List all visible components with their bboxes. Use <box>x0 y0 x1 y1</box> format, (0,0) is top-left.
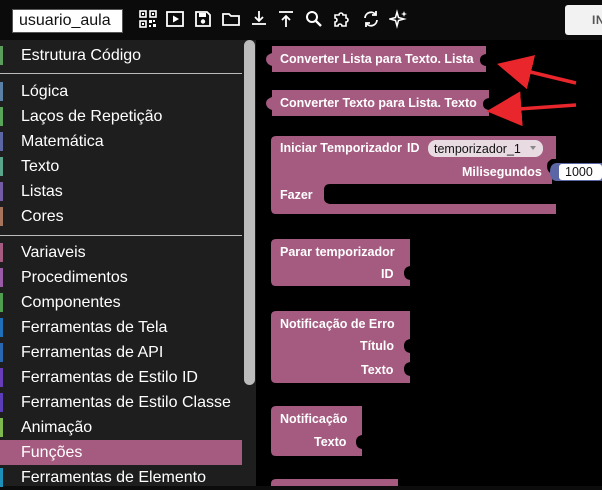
category-texto[interactable]: Texto <box>0 154 242 179</box>
text-label: Texto <box>314 435 347 449</box>
category-color-bar <box>0 318 3 337</box>
notification-block[interactable]: Notificação Texto <box>271 406 362 456</box>
category-logica[interactable]: Lógica <box>0 79 242 104</box>
category-color-bar <box>0 468 3 487</box>
category-label: Ferramentas de Tela <box>21 319 168 336</box>
category-color-bar <box>0 107 3 126</box>
stop-timer-block[interactable]: Parar temporizador ID <box>271 239 410 286</box>
ide-mode-button[interactable]: INDI <box>565 5 602 35</box>
category-animacao[interactable]: Animação <box>0 415 242 440</box>
block-shape <box>271 479 398 486</box>
category-color-bar <box>0 182 3 201</box>
category-label: Texto <box>21 158 60 175</box>
project-name-input[interactable]: usuario_aula <box>12 9 123 33</box>
convert-list-to-text-block[interactable]: Converter Lista para Texto. Lista <box>266 46 486 72</box>
category-divider <box>0 235 242 236</box>
block-label: Iniciar Temporizador <box>280 141 402 155</box>
milliseconds-value-block[interactable]: 1000 <box>550 163 602 181</box>
category-color-bar <box>0 368 3 387</box>
category-matematica[interactable]: Matemática <box>0 129 242 154</box>
sync-icon[interactable] <box>361 9 381 29</box>
sidebar-scrollbar-thumb[interactable] <box>244 40 255 385</box>
block-label: Parar temporizador <box>280 245 395 259</box>
search-icon[interactable] <box>304 9 324 29</box>
category-label: Matemática <box>21 133 104 150</box>
milliseconds-value: 1000 <box>565 165 593 179</box>
category-estrutura-codigo[interactable]: Estrutura Código <box>0 43 242 68</box>
id-label: ID <box>381 267 394 281</box>
category-color-bar <box>0 268 3 287</box>
category-sidebar: Estrutura Código Lógica Laços de Repetiç… <box>0 40 256 487</box>
category-color-bar <box>0 293 3 312</box>
category-ferramentas-de-elemento[interactable]: Ferramentas de Elemento <box>0 465 242 490</box>
category-color-bar <box>0 343 3 362</box>
category-label: Funções <box>21 444 83 461</box>
category-label: Ferramentas de API <box>21 344 164 361</box>
category-listas[interactable]: Listas <box>0 179 242 204</box>
category-color-bar <box>0 207 3 226</box>
category-ferramentas-de-estilo-classe[interactable]: Ferramentas de Estilo Classe <box>0 390 242 415</box>
timer-id-dropdown[interactable]: temporizador_1 <box>428 140 543 157</box>
download-icon[interactable] <box>249 9 269 29</box>
category-color-bar <box>0 132 3 151</box>
id-label: ID <box>407 141 420 155</box>
category-procedimentos[interactable]: Procedimentos <box>0 265 242 290</box>
folder-icon[interactable] <box>221 9 241 29</box>
annotation-arrow-2 <box>486 91 577 127</box>
partial-block[interactable] <box>271 479 398 486</box>
category-ferramentas-de-tela[interactable]: Ferramentas de Tela <box>0 315 242 340</box>
upload-icon[interactable] <box>276 9 296 29</box>
block-label: Notificação <box>280 412 348 426</box>
category-color-bar <box>0 443 3 462</box>
block-workspace[interactable]: Converter Lista para Texto. Lista Conver… <box>256 40 602 486</box>
category-color-bar <box>0 82 3 101</box>
block-label: Converter Lista para Texto. Lista <box>280 52 475 66</box>
category-label: Lógica <box>21 83 69 100</box>
category-divider <box>0 73 242 74</box>
category-color-bar <box>0 393 3 412</box>
play-icon[interactable] <box>165 9 185 29</box>
save-icon[interactable] <box>193 9 213 29</box>
category-color-bar <box>0 418 3 437</box>
title-label: Título <box>360 339 394 353</box>
category-label: Estrutura Código <box>21 47 142 64</box>
milliseconds-label: Milisegundos <box>462 165 542 179</box>
convert-text-to-list-block[interactable]: Converter Texto para Lista. Texto <box>266 90 489 116</box>
category-label: Componentes <box>21 294 121 311</box>
do-label: Fazer <box>280 188 313 202</box>
category-variaveis[interactable]: Variaveis <box>0 240 242 265</box>
category-label: Ferramentas de Estilo ID <box>21 369 198 386</box>
category-funcoes[interactable]: Funções <box>0 440 242 465</box>
start-timer-block[interactable]: Iniciar Temporizador ID temporizador_1 M… <box>271 136 602 214</box>
error-notification-block[interactable]: Notificação de Erro Título Texto <box>271 311 410 383</box>
category-label: Ferramentas de Elemento <box>21 469 206 486</box>
qr-code-icon[interactable] <box>138 9 158 29</box>
category-color-bar <box>0 243 3 262</box>
toolbar: usuario_aula INDI <box>0 0 602 40</box>
category-label: Variaveis <box>21 244 86 261</box>
annotation-arrow-1 <box>496 55 577 90</box>
category-cores[interactable]: Cores <box>0 204 242 229</box>
category-label: Cores <box>21 208 64 225</box>
block-label: Converter Texto para Lista. Texto <box>280 96 477 110</box>
category-lacos-de-repeticao[interactable]: Laços de Repetição <box>0 104 242 129</box>
category-color-bar <box>0 157 3 176</box>
dropdown-value: temporizador_1 <box>434 142 521 156</box>
text-label: Texto <box>361 363 394 377</box>
category-label: Listas <box>21 183 63 200</box>
category-color-bar <box>0 46 3 65</box>
category-label: Ferramentas de Estilo Classe <box>21 394 231 411</box>
category-label: Laços de Repetição <box>21 108 163 125</box>
category-ferramentas-de-api[interactable]: Ferramentas de API <box>0 340 242 365</box>
category-label: Procedimentos <box>21 269 128 286</box>
block-label: Notificação de Erro <box>280 317 395 331</box>
puzzle-icon[interactable] <box>332 9 352 29</box>
category-label: Animação <box>21 419 93 436</box>
category-ferramentas-de-estilo-id[interactable]: Ferramentas de Estilo ID <box>0 365 242 390</box>
category-componentes[interactable]: Componentes <box>0 290 242 315</box>
sparkle-icon[interactable] <box>389 9 409 29</box>
